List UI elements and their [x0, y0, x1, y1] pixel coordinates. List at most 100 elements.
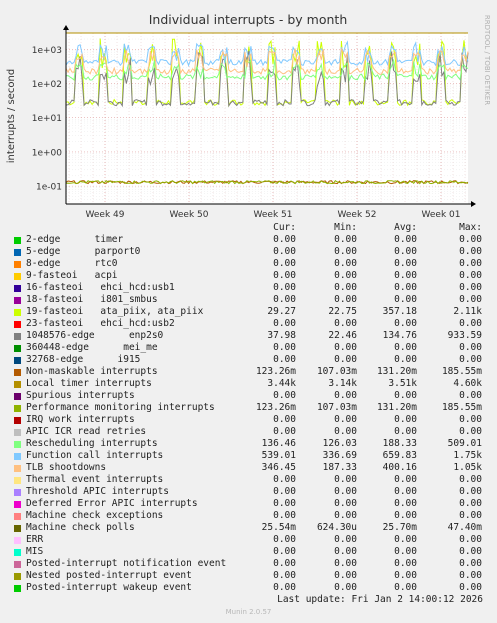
legend-swatch	[14, 501, 21, 508]
munin-version: Munin 2.0.57	[225, 608, 272, 616]
legend-value-max: 0.00	[459, 474, 482, 485]
legend-label: 1048576-edge enp2s0	[26, 330, 164, 341]
legend-value-avg: 400.16	[382, 462, 417, 473]
legend-value-min: 107.03m	[316, 402, 357, 413]
legend-swatch	[14, 321, 21, 328]
legend-value-max: 0.00	[459, 414, 482, 425]
legend-value-avg: 131.20m	[376, 366, 417, 377]
legend-value-cur: 29.27	[267, 306, 296, 317]
legend-swatch	[14, 381, 21, 388]
legend-value-cur: 0.00	[273, 534, 296, 545]
legend-row: 8-edge rtc0 0.00 0.00 0.00 0.00	[0, 258, 497, 270]
legend-swatch	[14, 393, 21, 400]
legend-label: Function call interrupts	[26, 450, 164, 461]
legend-label: Non-maskable interrupts	[26, 366, 158, 377]
y-tick-label: 1e+02	[32, 80, 62, 90]
legend-row: Spurious interrupts 0.00 0.00 0.00 0.00	[0, 390, 497, 402]
legend-value-avg: 0.00	[394, 426, 417, 437]
legend-label: 2-edge timer	[26, 234, 124, 245]
legend-swatch	[14, 561, 21, 568]
legend-label: TLB shootdowns	[26, 462, 107, 473]
legend-value-min: 107.03m	[316, 366, 357, 377]
legend-value-max: 1.75k	[453, 450, 482, 461]
legend-value-max: 0.00	[459, 246, 482, 257]
legend-value-cur: 0.00	[273, 582, 296, 593]
legend-swatch	[14, 297, 21, 304]
legend-label: 18-fasteoi i801_smbus	[26, 294, 158, 305]
header-max: Max:	[459, 222, 482, 233]
legend-label: Threshold APIC interrupts	[26, 486, 169, 497]
legend-value-min: 0.00	[334, 474, 357, 485]
legend-value-min: 0.00	[334, 234, 357, 245]
legend-value-cur: 0.00	[273, 246, 296, 257]
legend-value-avg: 659.83	[382, 450, 417, 461]
legend-swatch	[14, 429, 21, 436]
legend-value-cur: 0.00	[273, 282, 296, 293]
legend-value-max: 0.00	[459, 570, 482, 581]
legend-label: Spurious interrupts	[26, 390, 135, 401]
legend-value-max: 0.00	[459, 318, 482, 329]
legend-row: Threshold APIC interrupts 0.00 0.00 0.00 0.0…	[0, 486, 497, 498]
legend-value-avg: 0.00	[394, 498, 417, 509]
legend-value-avg: 0.00	[394, 582, 417, 593]
legend-swatch	[14, 477, 21, 484]
legend-swatch	[14, 513, 21, 520]
legend-swatch	[14, 309, 21, 316]
legend-value-max: 0.00	[459, 582, 482, 593]
legend-row: Machine check polls 25.54m 624.30u 25.70m 47…	[0, 522, 497, 534]
legend-value-cur: 539.01	[261, 450, 296, 461]
legend-value-cur: 0.00	[273, 570, 296, 581]
legend-value-max: 0.00	[459, 426, 482, 437]
legend-row: Function call interrupts 539.01 336.69 659.…	[0, 450, 497, 462]
legend-value-max: 2.11k	[453, 306, 482, 317]
legend-value-min: 0.00	[334, 486, 357, 497]
legend-row: MIS 0.00 0.00 0.00 0.00	[0, 546, 497, 558]
legend-label: Local timer interrupts	[26, 378, 152, 389]
legend-label: APIC ICR read retries	[26, 426, 147, 437]
legend-label: 5-edge parport0	[26, 246, 141, 257]
header-min: Min:	[334, 222, 357, 233]
legend-value-avg: 0.00	[394, 270, 417, 281]
legend-row: Posted-interrupt wakeup event 0.00 0.00 0.0…	[0, 582, 497, 594]
legend-swatch	[14, 585, 21, 592]
x-axis-arrow	[471, 201, 476, 207]
legend-value-min: 0.00	[334, 534, 357, 545]
legend-value-cur: 123.26m	[255, 366, 296, 377]
legend-value-max: 0.00	[459, 546, 482, 557]
legend-value-avg: 0.00	[394, 546, 417, 557]
legend-label: 9-fasteoi acpi	[26, 270, 118, 281]
legend-value-cur: 0.00	[273, 342, 296, 353]
header-avg: Avg:	[394, 222, 417, 233]
legend-value-avg: 25.70m	[382, 522, 417, 533]
legend-value-min: 0.00	[334, 342, 357, 353]
legend-swatch	[14, 333, 21, 340]
legend-value-max: 0.00	[459, 270, 482, 281]
legend-value-cur: 0.00	[273, 318, 296, 329]
legend-value-min: 126.03	[322, 438, 357, 449]
legend-value-avg: 0.00	[394, 486, 417, 497]
legend-value-max: 47.40m	[447, 522, 482, 533]
legend-value-cur: 0.00	[273, 294, 296, 305]
x-tick-label: Week 52	[338, 210, 377, 220]
legend-label: 23-fasteoi ehci_hcd:usb2	[26, 318, 175, 329]
legend-label: 16-fasteoi ehci_hcd:usb1	[26, 282, 175, 293]
legend-row: 1048576-edge enp2s0 37.98 22.46 134.76 933.5…	[0, 330, 497, 342]
legend-value-max: 0.00	[459, 282, 482, 293]
legend-value-min: 3.14k	[328, 378, 357, 389]
x-tick-label: Week 50	[170, 210, 209, 220]
legend-value-min: 22.46	[328, 330, 357, 341]
legend-value-min: 0.00	[334, 582, 357, 593]
legend-value-max: 0.00	[459, 258, 482, 269]
legend-label: MIS	[26, 546, 44, 557]
x-tick-label: Week 01	[422, 210, 461, 220]
legend-row: Deferred Error APIC interrupts 0.00 0.00 0.…	[0, 498, 497, 510]
legend-value-avg: 0.00	[394, 474, 417, 485]
legend-value-avg: 0.00	[394, 246, 417, 257]
legend-value-max: 0.00	[459, 534, 482, 545]
legend-row: Local timer interrupts 3.44k 3.14k 3.51k 4.6…	[0, 378, 497, 390]
legend-value-avg: 3.51k	[388, 378, 417, 389]
legend-value-max: 0.00	[459, 498, 482, 509]
legend-value-max: 185.55m	[441, 402, 482, 413]
legend-swatch	[14, 525, 21, 532]
legend-swatch	[14, 573, 21, 580]
